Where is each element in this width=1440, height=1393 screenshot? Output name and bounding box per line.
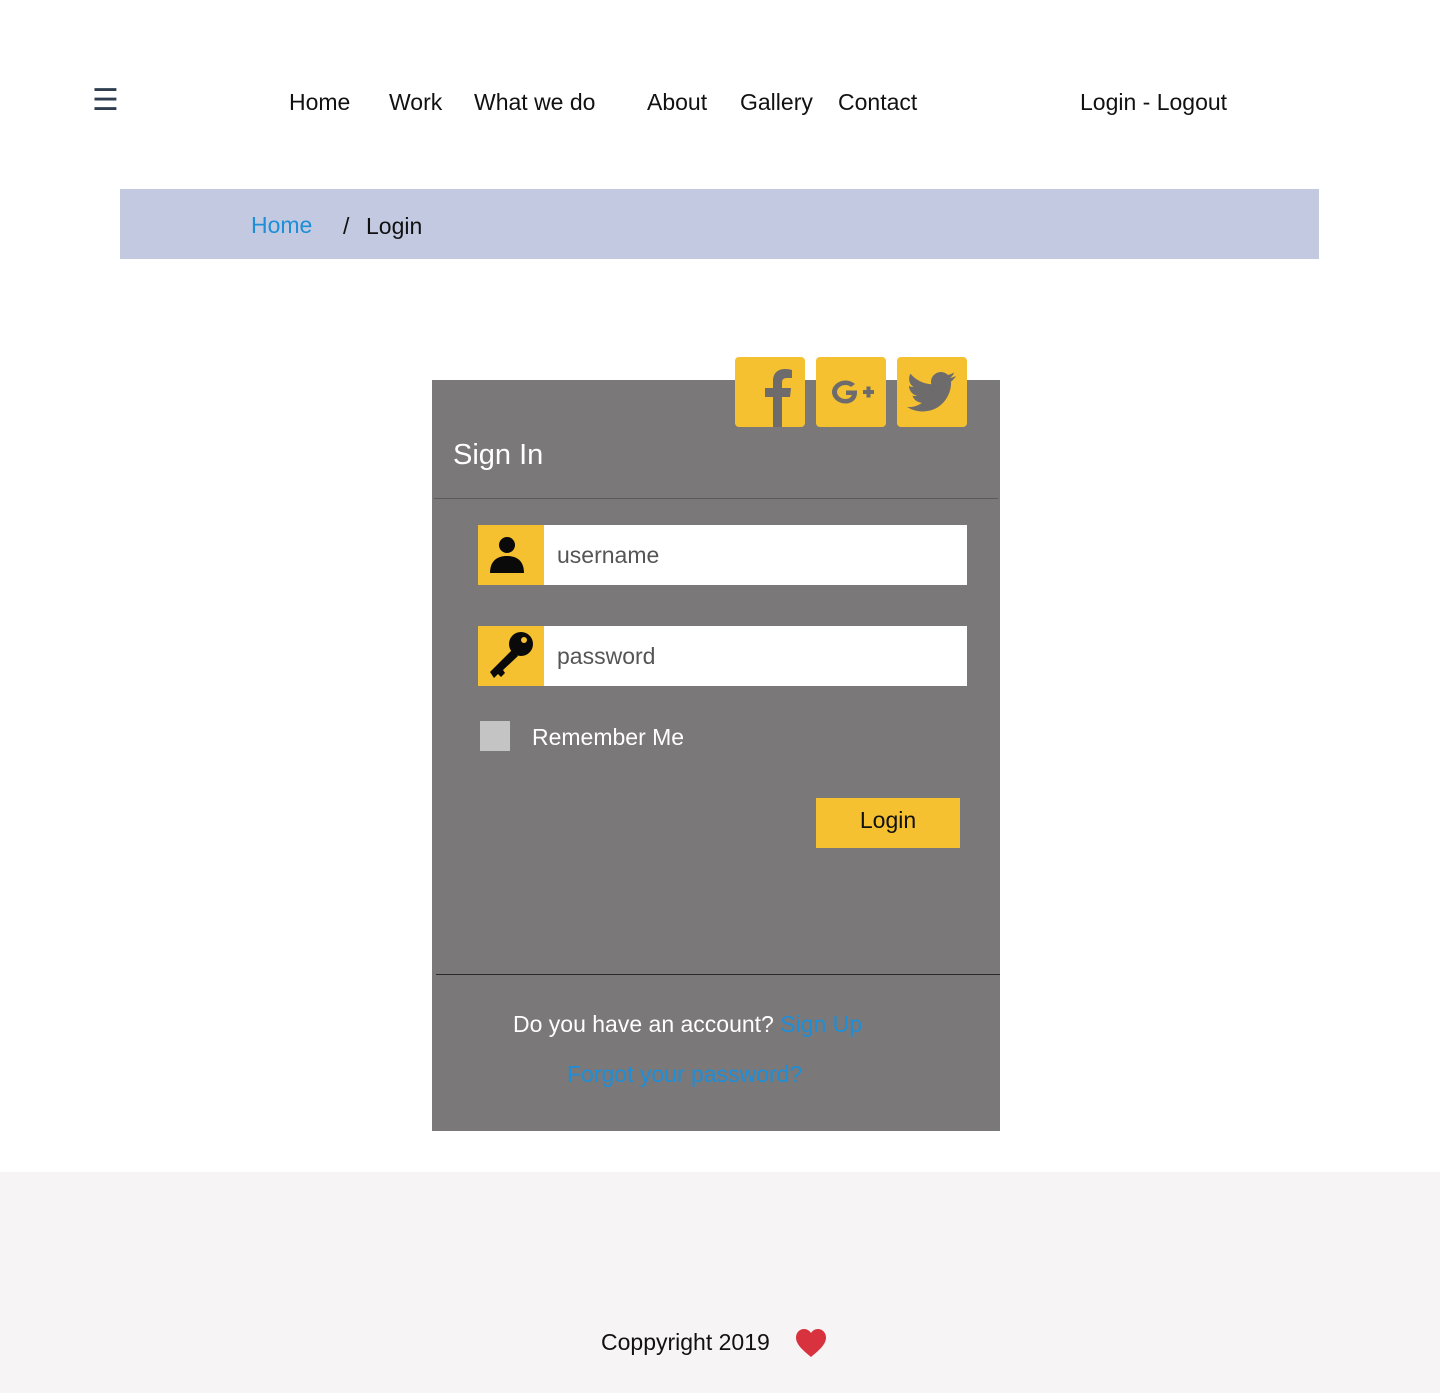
breadcrumb-separator: / <box>343 213 350 239</box>
remember-me-label: Remember Me <box>532 724 685 750</box>
key-icon <box>478 626 544 686</box>
heart-icon <box>794 1327 828 1359</box>
breadcrumb-home-link[interactable]: Home <box>251 211 312 239</box>
google-plus-icon[interactable] <box>816 357 886 427</box>
nav-link-work[interactable]: Work <box>389 88 442 116</box>
login-button[interactable]: Login <box>816 798 960 848</box>
remember-me-checkbox[interactable] <box>480 721 510 751</box>
sign-in-title: Sign In <box>453 439 544 471</box>
nav-link-what-we-do[interactable]: What we do <box>474 88 595 116</box>
footer <box>0 1172 1440 1393</box>
copyright-text: Coppyright 2019 <box>601 1329 770 1355</box>
account-question: Do you have an account? Sign Up <box>513 1010 862 1038</box>
twitter-icon[interactable] <box>897 357 967 427</box>
username-input[interactable] <box>544 525 967 585</box>
login-logout-link[interactable]: Login - Logout <box>1080 88 1227 116</box>
sign-up-link[interactable]: Sign Up <box>780 1011 862 1037</box>
password-input[interactable] <box>544 626 967 686</box>
card-header-divider <box>434 498 998 499</box>
hamburger-menu-icon[interactable]: ☰ <box>92 84 119 118</box>
nav-link-gallery[interactable]: Gallery <box>740 88 813 116</box>
card-footer-divider <box>436 974 1000 975</box>
forgot-password-link[interactable]: Forgot your password? <box>567 1060 802 1088</box>
user-icon <box>478 525 544 585</box>
account-question-text: Do you have an account? <box>513 1011 774 1037</box>
breadcrumb-current: Login <box>366 213 423 239</box>
nav-link-contact[interactable]: Contact <box>838 88 917 116</box>
nav-link-home[interactable]: Home <box>289 88 350 116</box>
facebook-icon[interactable] <box>735 357 805 427</box>
nav-link-about[interactable]: About <box>647 88 707 116</box>
